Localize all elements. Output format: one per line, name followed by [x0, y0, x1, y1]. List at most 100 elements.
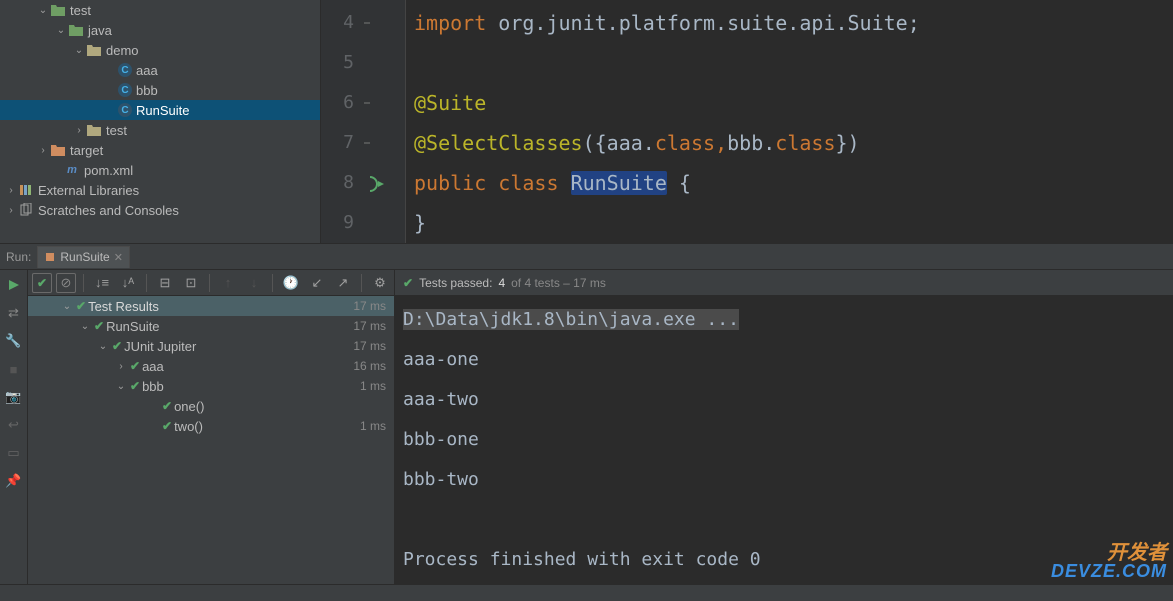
chevron-icon: ›	[114, 361, 128, 372]
chevron-icon: ⌄	[78, 321, 92, 332]
tree-folder-test[interactable]: ⌄test	[0, 0, 320, 20]
output-line: aaa-two	[403, 380, 1165, 420]
pass-icon: ✔	[162, 399, 172, 413]
tree-folder-java[interactable]: ⌄java	[0, 20, 320, 40]
status-suffix: of 4 tests – 17 ms	[511, 276, 606, 290]
chevron-icon: ›	[36, 145, 50, 156]
pass-icon: ✔	[403, 276, 413, 290]
export-button[interactable]: ↩	[5, 416, 23, 434]
chevron-icon: ⌄	[60, 301, 74, 312]
tree-scratches[interactable]: › Scratches and Consoles	[0, 200, 320, 220]
result-label: Test Results	[88, 299, 159, 314]
maven-icon: m	[64, 162, 80, 178]
kw-import: import	[414, 11, 486, 35]
run-marker-icon[interactable]	[368, 175, 386, 193]
java-icon	[44, 251, 56, 263]
tree-label: test	[106, 123, 127, 138]
output-line: bbb-two	[403, 460, 1165, 500]
folder-icon	[50, 2, 66, 18]
code-content[interactable]: import org.junit.platform.suite.api.Suit…	[406, 0, 1173, 243]
folder-icon	[86, 122, 102, 138]
close-icon[interactable]: ✕	[114, 251, 123, 264]
result-label: JUnit Jupiter	[124, 339, 196, 354]
chevron-right-icon: ›	[4, 185, 18, 196]
results-toolbar: ✔ ⊘ ↓≡ ↓ᴬ ⊟ ⊡ ↑ ↓ 🕐 ↙ ↗ ⚙	[28, 270, 394, 296]
tree-label: Scratches and Consoles	[38, 203, 179, 218]
pass-icon: ✔	[94, 319, 104, 333]
command-line: D:\Data\jdk1.8\bin\java.exe ...	[403, 309, 739, 330]
run-tab-label: RunSuite	[60, 250, 109, 264]
output-line: aaa-one	[403, 340, 1165, 380]
test-result-row[interactable]: ⌄✔ bbb1 ms	[28, 376, 394, 396]
settings-button[interactable]: ⚙	[369, 272, 391, 294]
pass-icon: ✔	[130, 379, 140, 393]
test-result-row[interactable]: ›✔ aaa16 ms	[28, 356, 394, 376]
tree-folder-target[interactable]: › target	[0, 140, 320, 160]
camera-button[interactable]: 📷	[5, 388, 23, 406]
tree-folder-test2[interactable]: › test	[0, 120, 320, 140]
output-line: bbb-one	[403, 420, 1165, 460]
code-editor[interactable]: 456789 import org.junit.platform.suite.a…	[321, 0, 1173, 243]
tree-class-aaa[interactable]: Caaa	[0, 60, 320, 80]
test-result-row[interactable]: ✔ one()	[28, 396, 394, 416]
result-label: aaa	[142, 359, 164, 374]
output-line	[403, 500, 1165, 540]
pass-icon: ✔	[162, 419, 172, 433]
chevron-icon: ⌄	[96, 341, 110, 352]
chevron-icon: ›	[72, 125, 86, 136]
folder-icon	[86, 42, 102, 58]
class-icon: C	[118, 63, 132, 77]
tree-label: pom.xml	[84, 163, 133, 178]
sort-button[interactable]: ↓≡	[91, 272, 113, 294]
test-status-bar: ✔ Tests passed: 4 of 4 tests – 17 ms	[395, 270, 1173, 296]
test-result-row[interactable]: ⌄✔ JUnit Jupiter 17 ms	[28, 336, 394, 356]
test-result-row[interactable]: ✔ two()1 ms	[28, 416, 394, 436]
result-time: 17 ms	[353, 339, 386, 353]
chevron-right-icon: ›	[4, 205, 18, 216]
chevron-icon: ⌄	[72, 45, 86, 56]
tree-label: RunSuite	[136, 103, 189, 118]
annotation-selectclasses: @SelectClasses	[414, 131, 583, 155]
folder-icon	[68, 22, 84, 38]
history-button[interactable]: 🕐	[280, 272, 302, 294]
layout-button[interactable]: ▭	[5, 444, 23, 462]
pin-button[interactable]: 📌	[5, 472, 23, 490]
tree-label: java	[88, 23, 112, 38]
result-time: 1 ms	[360, 419, 386, 433]
pass-icon: ✔	[76, 299, 86, 313]
show-passed-button[interactable]: ✔	[32, 273, 52, 293]
tree-file-pom[interactable]: m pom.xml	[0, 160, 320, 180]
export-results-button[interactable]: ↗	[332, 272, 354, 294]
status-bar	[0, 584, 1173, 601]
prev-button[interactable]: ↑	[217, 272, 239, 294]
show-ignored-button[interactable]: ⊘	[56, 273, 76, 293]
collapse-button[interactable]: ⊡	[180, 272, 202, 294]
wrench-button[interactable]: 🔧	[5, 332, 23, 350]
expand-button[interactable]: ⊟	[154, 272, 176, 294]
toggle-button[interactable]: ⇄	[5, 304, 23, 322]
stop-button[interactable]: ■	[5, 360, 23, 378]
tree-label: target	[70, 143, 103, 158]
run-sidebar: ⇄ 🔧 ■ 📷 ↩ ▭ 📌	[0, 270, 28, 584]
tree-folder-demo[interactable]: ⌄ demo	[0, 40, 320, 60]
test-result-row[interactable]: ⌄✔ RunSuite17 ms	[28, 316, 394, 336]
result-time: 16 ms	[353, 359, 386, 373]
result-time: 17 ms	[353, 319, 386, 333]
chevron-icon: ⌄	[36, 5, 50, 16]
import-button[interactable]: ↙	[306, 272, 328, 294]
result-time: 17 ms	[353, 299, 386, 313]
pass-icon: ✔	[112, 339, 122, 353]
console-output[interactable]: D:\Data\jdk1.8\bin\java.exe ... aaa-onea…	[395, 296, 1173, 584]
result-time: 1 ms	[360, 379, 386, 393]
run-tab[interactable]: RunSuite ✕	[37, 246, 130, 268]
tree-label: demo	[106, 43, 139, 58]
tree-external-libs[interactable]: › External Libraries	[0, 180, 320, 200]
next-button[interactable]: ↓	[243, 272, 265, 294]
sort-alpha-button[interactable]: ↓ᴬ	[117, 272, 139, 294]
test-result-row[interactable]: ⌄✔ Test Results 17 ms	[28, 296, 394, 316]
tree-class-runsuite[interactable]: CRunSuite	[0, 100, 320, 120]
rerun-button[interactable]	[5, 276, 23, 294]
output-line: Process finished with exit code 0	[403, 540, 1165, 580]
tree-class-bbb[interactable]: Cbbb	[0, 80, 320, 100]
test-results-panel: ✔ ⊘ ↓≡ ↓ᴬ ⊟ ⊡ ↑ ↓ 🕐 ↙ ↗ ⚙	[28, 270, 395, 584]
